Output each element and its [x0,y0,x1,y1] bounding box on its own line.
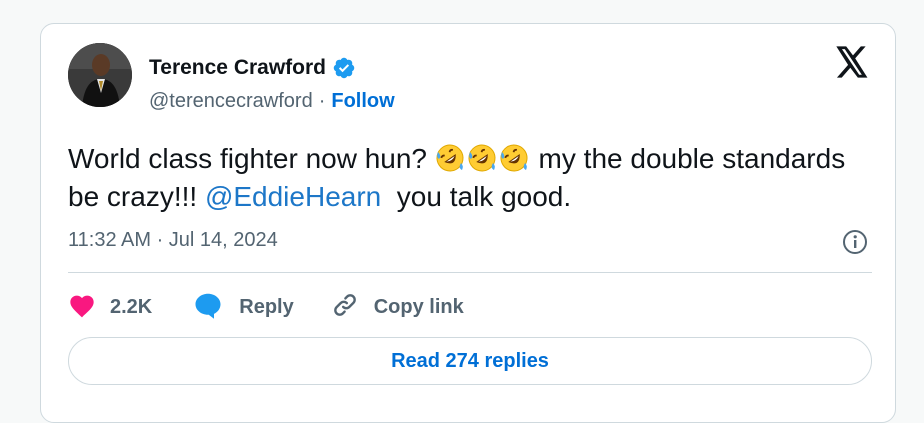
author-name-row[interactable]: Terence Crawford [149,56,356,80]
info-icon[interactable] [841,228,869,256]
copy-link-button[interactable]: Copy link [330,290,464,325]
reply-label: Reply [239,295,294,318]
author-name[interactable]: Terence Crawford [149,56,326,80]
rolling-on-floor-laughing-icon [499,143,529,173]
follow-button[interactable]: Follow [331,90,394,113]
divider [68,272,872,273]
verified-badge-icon [332,56,356,80]
read-replies-button[interactable]: Read 274 replies [68,337,872,385]
rolling-on-floor-laughing-icon [467,143,497,173]
avatar[interactable] [68,43,132,107]
copy-link-label: Copy link [373,295,464,318]
tweet-text-part: World class fighter now hun? [68,143,435,174]
like-button[interactable]: 2.2K [68,292,152,323]
handle-separator: · [318,90,326,112]
heart-icon [68,292,96,323]
reply-button[interactable]: Reply [193,291,294,324]
action-bar: 2.2K Reply Copy link [68,290,464,324]
tweet-text-part: you talk good. [381,181,572,212]
link-icon [330,290,360,325]
tweet-timestamp[interactable]: 11:32 AM · Jul 14, 2024 [68,229,278,252]
handle-row: @terencecrawford · Follow [149,90,395,113]
rolling-on-floor-laughing-icon [435,143,465,173]
x-logo-icon[interactable] [835,46,869,78]
mention-link[interactable]: @EddieHearn [205,181,381,212]
tweet-text: World class fighter now hun? my the doub… [68,140,858,216]
like-count: 2.2K [110,295,153,318]
tweet-embed-card: Terence Crawford @terencecrawford · Foll… [40,23,896,423]
author-handle[interactable]: @terencecrawford [149,90,313,113]
reply-bubble-icon [193,291,223,324]
